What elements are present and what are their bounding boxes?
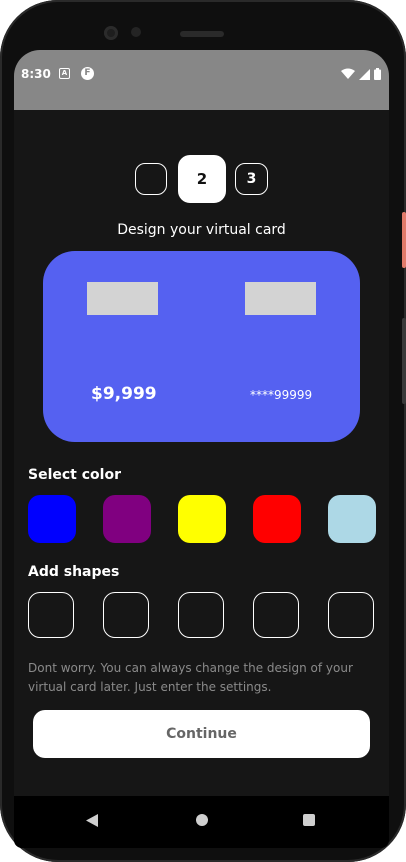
recents-icon[interactable] [303, 814, 315, 826]
shape-option-2[interactable] [103, 592, 149, 638]
signal-icon [359, 68, 370, 80]
virtual-card-preview: $9,999 ****99999 [43, 251, 360, 442]
step-3[interactable]: 3 [235, 163, 268, 195]
battery-icon [374, 68, 381, 80]
shape-option-1[interactable] [28, 592, 74, 638]
app-content: 2 3 Design your virtual card $9,999 ****… [14, 110, 389, 796]
color-swatch-blue[interactable] [28, 495, 76, 543]
status-bar: 8:30 A F [14, 50, 389, 110]
color-swatch-red[interactable] [253, 495, 301, 543]
a-notification-icon: A [59, 68, 70, 79]
f-notification-icon: F [81, 67, 94, 80]
info-note: Dont worry. You can always change the de… [28, 661, 353, 694]
color-swatch-yellow[interactable] [178, 495, 226, 543]
card-balance: $9,999 [91, 384, 157, 404]
status-time: 8:30 [21, 67, 51, 81]
step-1[interactable] [135, 163, 167, 195]
shape-option-3[interactable] [178, 592, 224, 638]
color-swatch-purple[interactable] [103, 495, 151, 543]
continue-button[interactable]: Continue [33, 710, 370, 758]
volume-button [402, 318, 406, 404]
select-color-label: Select color [28, 467, 121, 483]
front-camera-icon [104, 26, 118, 40]
phone-frame: 8:30 A F 2 3 Design your virtual card $9… [0, 0, 406, 862]
shape-option-5[interactable] [328, 592, 374, 638]
card-placeholder-left [87, 282, 158, 315]
sensor-icon [131, 27, 141, 37]
shape-option-4[interactable] [253, 592, 299, 638]
add-shapes-label: Add shapes [28, 564, 120, 580]
home-icon[interactable] [196, 814, 208, 826]
earpiece-speaker [180, 31, 224, 37]
status-icons [341, 67, 381, 81]
back-icon[interactable] [86, 814, 98, 827]
step-2-active[interactable]: 2 [178, 155, 226, 203]
card-placeholder-right [245, 282, 316, 315]
power-button [402, 212, 406, 268]
color-swatch-light-blue[interactable] [328, 495, 376, 543]
navigation-bar [14, 796, 389, 848]
page-title: Design your virtual card [117, 222, 286, 238]
screen: 8:30 A F 2 3 Design your virtual card $9… [14, 50, 389, 848]
card-number: ****99999 [250, 388, 313, 402]
wifi-icon [341, 68, 355, 79]
